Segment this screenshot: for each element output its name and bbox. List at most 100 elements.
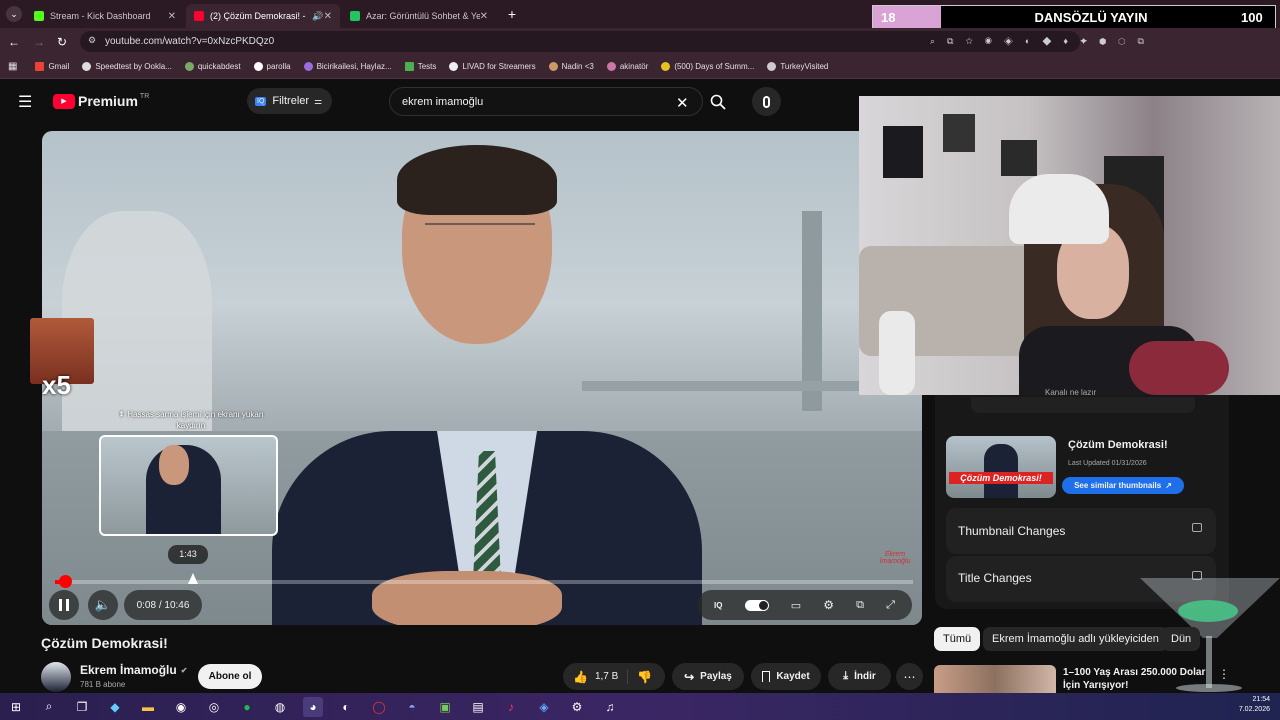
close-icon[interactable]: ✕ — [480, 11, 488, 22]
tab-kick-dashboard[interactable]: Stream - Kick Dashboard ✕ — [26, 4, 184, 28]
bookmark-nadin[interactable]: Nadin <3 — [548, 62, 594, 71]
thumbnail-preview[interactable]: Çözüm Demokrasi! — [946, 436, 1056, 498]
iq-icon[interactable]: IQ — [714, 601, 722, 610]
settings-icon[interactable]: ⚙ — [823, 598, 834, 612]
chip-yesterday[interactable]: Dün — [1162, 627, 1200, 651]
clear-search-icon[interactable]: ✕ — [676, 94, 689, 112]
steam-icon[interactable]: ◉ — [171, 697, 191, 717]
youtube-play-icon: ▶ — [53, 93, 75, 109]
speedtest-icon — [82, 62, 92, 71]
share-button[interactable]: ↪ Paylaş — [672, 663, 744, 690]
bookmark-icon — [762, 671, 771, 682]
play-pause-button[interactable] — [49, 590, 79, 620]
tiktok-studio-icon[interactable]: ♪ — [501, 697, 521, 717]
panel-top-bar — [971, 397, 1195, 413]
task-view-icon[interactable]: ❐ — [72, 697, 92, 717]
speaker-icon[interactable]: 🔊 — [312, 11, 323, 22]
chrome-icon[interactable]: ◕ — [303, 696, 323, 717]
copilot-icon[interactable]: ◆ — [105, 697, 125, 717]
discord-icon[interactable]: ◓ — [402, 697, 422, 717]
voice-search-button[interactable] — [752, 87, 781, 116]
verified-icon: ✔ — [180, 665, 188, 675]
like-button[interactable]: 👍 1,7 B — [563, 669, 628, 684]
channel-avatar[interactable] — [41, 662, 71, 692]
search-icon[interactable]: ⌕ — [39, 697, 59, 717]
chip-all[interactable]: Tümü — [934, 627, 981, 651]
extensions-area[interactable]: ⌕⧉☆◉◈◐◆♦✦⬢⬡⧉ — [930, 36, 1156, 47]
filters-button[interactable]: IQ Filtreler ⚌ — [247, 88, 332, 114]
more-vert-icon[interactable]: ⋮ — [1218, 667, 1230, 681]
spotify-icon[interactable]: ● — [237, 697, 257, 717]
bookmark-turkeyvisited[interactable]: TurkeyVisited — [767, 62, 828, 71]
file-explorer-icon[interactable]: ▬ — [138, 697, 158, 717]
tests-icon — [404, 62, 414, 71]
banner-left-number: 18 — [873, 6, 941, 28]
sliders-icon: ⚌ — [314, 95, 323, 106]
obs-icon[interactable]: ◎ — [204, 697, 224, 717]
reload-icon[interactable]: ↻ — [57, 35, 67, 49]
thumbnail-changes-row[interactable]: Thumbnail Changes — [946, 508, 1216, 554]
recommended-title[interactable]: 1–100 Yaş Arası 250.000 Dolar İçin Yarış… — [1063, 666, 1213, 692]
download-button[interactable]: ⤓ İndir — [828, 663, 891, 690]
minecraft-icon[interactable]: ▣ — [435, 697, 455, 717]
autoplay-toggle[interactable] — [744, 599, 769, 611]
more-actions-button[interactable]: ⋯ — [896, 663, 923, 690]
fullscreen-icon[interactable]: ⤢ — [886, 599, 895, 612]
tab-list-icon[interactable]: ⌄ — [6, 6, 22, 22]
new-tab-icon[interactable]: + — [504, 6, 520, 22]
forward-icon[interactable]: → — [33, 35, 45, 49]
mouse-cursor-icon — [188, 573, 198, 584]
scrub-hint: ⇞ Hassas sarma işlemi için ekranı yukarı… — [118, 410, 264, 430]
scrub-preview-thumbnail — [99, 435, 278, 536]
glass-contents — [1178, 600, 1238, 622]
save-button[interactable]: Kaydet — [751, 663, 821, 690]
close-icon[interactable]: ✕ — [168, 11, 176, 22]
subscribe-button[interactable]: Abone ol — [198, 664, 262, 689]
bookmark-gmail[interactable]: Gmail — [35, 62, 69, 71]
bookmark-bicirikailesi[interactable]: Bicirikailesi, Haylaz... — [303, 62, 392, 71]
like-dislike-group: 👍 1,7 B 👎 — [563, 663, 665, 690]
app-icon[interactable]: ◍ — [270, 697, 290, 717]
search-input[interactable]: ekrem imamoğlu ✕ — [389, 87, 703, 116]
close-icon[interactable]: ✕ — [324, 11, 332, 22]
tiktok-icon[interactable]: ♫ — [600, 697, 620, 717]
thumb-text: Çözüm Demokrasi! — [949, 472, 1053, 484]
github-icon[interactable]: ◐ — [336, 697, 356, 717]
dislike-button[interactable]: 👎 — [628, 670, 652, 684]
livad-icon — [449, 62, 459, 71]
back-icon[interactable]: ← — [8, 35, 20, 49]
arrow-up-icon: ⇞ — [118, 410, 125, 419]
similar-thumbnails-button[interactable]: See similar thumbnails ↗ — [1062, 477, 1184, 494]
youtube-logo[interactable]: ▶ Premium TR — [53, 93, 149, 109]
tab-youtube[interactable]: (2) Çözüm Demokrasi! - Yo 🔊 ✕ — [186, 4, 340, 28]
clock[interactable]: 21:54 7.02.2026 — [1236, 695, 1270, 715]
chip-uploader[interactable]: Ekrem İmamoğlu adlı yükleyiciden — [983, 627, 1168, 651]
vpn-icon[interactable]: ◈ — [534, 697, 554, 717]
recommended-thumbnail[interactable] — [934, 665, 1056, 693]
volume-button[interactable]: 🔈 — [88, 590, 118, 620]
windows-start-icon[interactable]: ⊞ — [6, 697, 26, 717]
bookmark-livad[interactable]: LIVAD for Streamers — [449, 62, 536, 71]
thumb-person — [984, 444, 1018, 498]
settings-icon[interactable]: ⚙ — [567, 697, 587, 717]
tab-azar[interactable]: Azar: Görüntülü Sohbet & Yeni ✕ — [342, 4, 496, 28]
bookmark-tests[interactable]: Tests — [404, 62, 436, 71]
subtitles-icon[interactable]: ▭ — [791, 599, 801, 612]
bookmark-parolla[interactable]: parolla — [253, 62, 291, 71]
opera-icon[interactable]: ◯ — [369, 697, 389, 717]
menu-icon[interactable]: ☰ — [18, 92, 32, 112]
site-info-icon[interactable]: ⚙ — [88, 35, 96, 46]
app-window-icon[interactable]: ▤ — [468, 697, 488, 717]
more-horiz-icon: ⋯ — [903, 669, 916, 684]
miniplayer-icon[interactable]: ⧉ — [856, 599, 864, 612]
apps-grid-icon[interactable]: ▦ — [8, 61, 17, 72]
search-button[interactable] — [703, 87, 733, 116]
channel-name[interactable]: Ekrem İmamoğlu ✔ — [80, 663, 187, 677]
progress-bar[interactable] — [55, 575, 913, 588]
bookmark-akinator[interactable]: akinatör — [606, 62, 648, 71]
bookmark-500-days[interactable]: (500) Days of Summ... — [661, 62, 754, 71]
wall-poster — [943, 114, 975, 152]
bookmark-speedtest[interactable]: Speedtest by Ookla... — [82, 62, 172, 71]
person-hair — [397, 145, 557, 215]
bookmark-quickabdest[interactable]: quickabdest — [184, 62, 241, 71]
